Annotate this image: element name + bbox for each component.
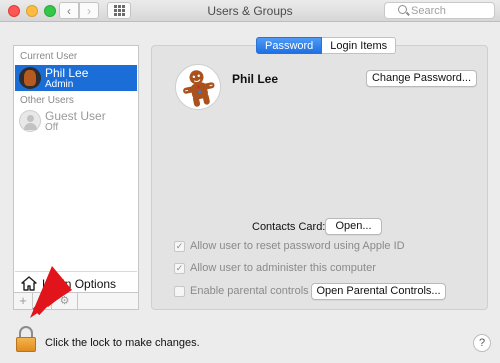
search-placeholder: Search (411, 4, 446, 17)
title-bar: ‹ › Users & Groups Search (0, 0, 500, 22)
administer-computer-checkbox[interactable]: ✓ Allow user to administer this computer (174, 262, 376, 274)
lock-icon[interactable] (16, 326, 36, 352)
selected-user-name: Phil Lee (232, 72, 279, 86)
lock-hint: Click the lock to make changes. (45, 337, 200, 349)
house-icon (21, 276, 37, 291)
tab-bar: Password Login Items (256, 37, 397, 54)
checkmark-icon: ✓ (174, 240, 185, 252)
user-name: Guest User (45, 109, 106, 123)
remove-user-button[interactable]: − (33, 293, 52, 309)
other-users-header: Other Users (20, 95, 74, 106)
open-contacts-card-button[interactable]: Open... (325, 218, 382, 235)
search-icon (398, 5, 407, 14)
login-options-label: Login Options (42, 277, 117, 291)
change-password-button[interactable]: Change Password... (366, 70, 477, 87)
gingerbread-icon (176, 65, 220, 109)
contacts-card-label: Contacts Card: (252, 221, 326, 233)
parental-controls-checkbox[interactable]: Enable parental controls (174, 285, 309, 297)
user-name: Phil Lee (45, 66, 89, 80)
guest-silhouette-icon (19, 110, 41, 132)
tab-login-items[interactable]: Login Items (322, 37, 397, 54)
checkmark-icon: ✓ (174, 262, 185, 274)
empty-checkbox (174, 285, 185, 297)
user-picture[interactable] (175, 64, 221, 110)
help-button[interactable]: ? (473, 334, 491, 352)
checkbox-label: Enable parental controls (190, 285, 309, 297)
tab-password[interactable]: Password (256, 37, 323, 54)
current-user-header: Current User (20, 51, 78, 62)
checkbox-label: Allow user to reset password using Apple… (190, 240, 405, 252)
user-row-guest-user[interactable]: Guest User Off (15, 108, 137, 134)
sidebar-toolbar: + − ⚙ (13, 292, 139, 310)
users-list: Current User Phil Lee Admin Other Users … (13, 45, 139, 310)
user-row-phil-lee[interactable]: Phil Lee Admin (15, 65, 137, 91)
search-input[interactable]: Search (384, 2, 495, 19)
open-parental-controls-button[interactable]: Open Parental Controls... (311, 283, 446, 300)
user-role: Admin (45, 79, 74, 90)
user-role: Off (45, 122, 59, 133)
gingerbread-icon (19, 67, 41, 89)
add-user-button[interactable]: + (14, 293, 33, 309)
reset-password-apple-id-checkbox[interactable]: ✓ Allow user to reset password using App… (174, 240, 405, 252)
gear-icon[interactable]: ⚙ (52, 293, 78, 309)
checkbox-label: Allow user to administer this computer (190, 262, 376, 274)
